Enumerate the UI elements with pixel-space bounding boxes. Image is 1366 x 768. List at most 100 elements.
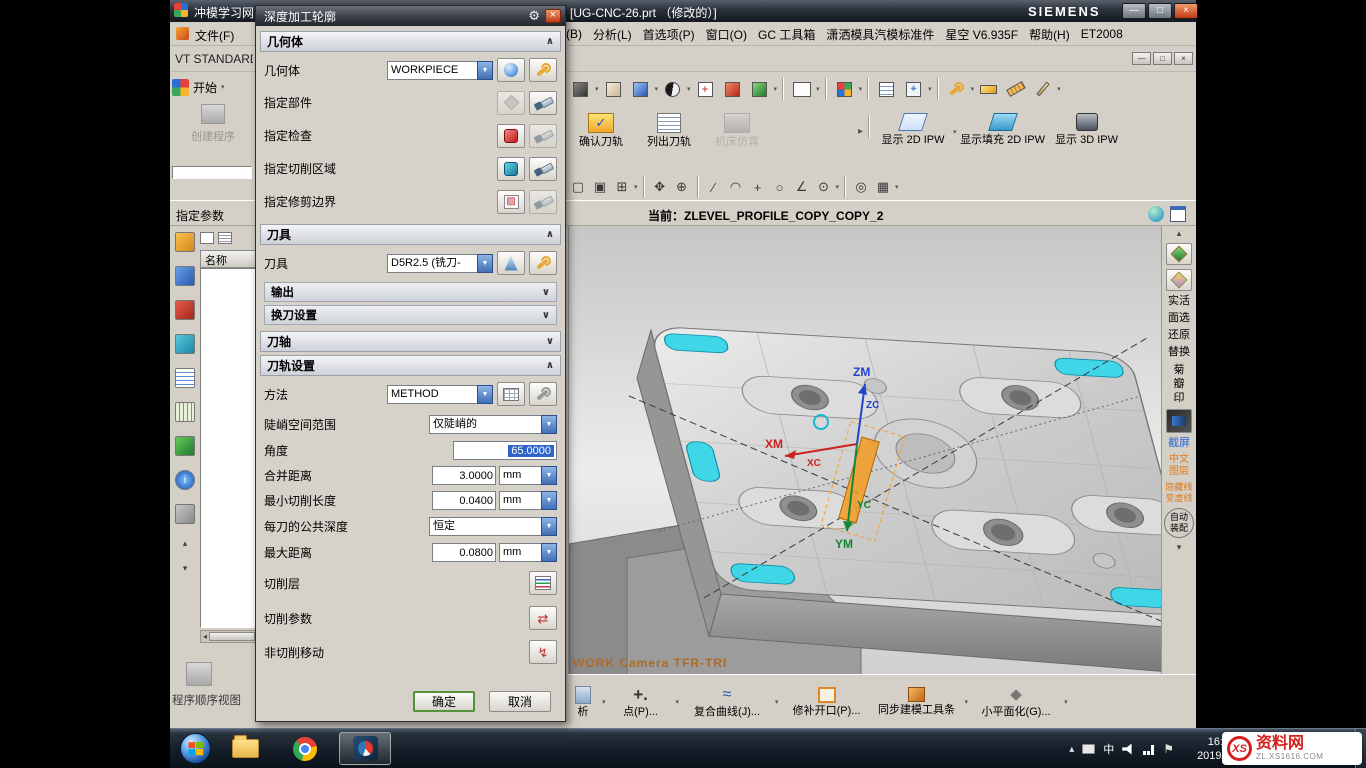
ime-indicator[interactable]: 中 [1103, 741, 1114, 757]
section-tool-axis[interactable]: 刀轴 ∨ [260, 331, 561, 352]
tray-expand-icon[interactable]: ▴ [1069, 744, 1074, 755]
max-distance-field[interactable]: 0.0800 [432, 543, 496, 562]
doc-restore-button[interactable]: □ [1153, 52, 1172, 65]
view-orient-icon[interactable] [568, 77, 593, 102]
scroll-up-icon[interactable]: ▴ [183, 538, 188, 549]
menu-et2008[interactable]: ET2008 [1081, 27, 1123, 41]
expand-icon[interactable]: ∨ [542, 310, 550, 321]
cancel-button[interactable]: 取消 [489, 691, 551, 712]
min-cut-length-field[interactable]: 0.0400 [432, 491, 496, 510]
edit-method-button[interactable] [529, 382, 557, 406]
face-rule-icon[interactable]: ▣ [590, 179, 610, 195]
table-icon[interactable]: ▦ [873, 179, 893, 195]
sheet-icon[interactable] [874, 77, 899, 102]
toolbar-preset-label[interactable]: VT STANDARD [175, 52, 253, 66]
section-path-settings[interactable]: 刀轨设置 ∧ [260, 355, 561, 376]
window-layout-icon[interactable] [1170, 206, 1186, 222]
solid-red-icon[interactable] [720, 77, 745, 102]
output-subsection[interactable]: 输出 ∨ [264, 282, 557, 302]
dropdown-icon[interactable]: ▾ [687, 85, 691, 93]
network-icon[interactable] [1143, 744, 1155, 755]
angle-field[interactable]: 65.0000 [453, 441, 557, 460]
point-button[interactable]: +. 点(P)... [612, 686, 670, 718]
dropdown-icon[interactable]: ▾ [953, 128, 957, 136]
chevron-down-icon[interactable]: ▼ [541, 466, 557, 485]
min-cut-length-unit[interactable]: mm▼ [499, 491, 557, 510]
chevron-down-icon[interactable]: ▼ [541, 543, 557, 562]
scroll-down-icon[interactable]: ▾ [183, 563, 188, 574]
select-cut-area-button[interactable] [497, 157, 525, 181]
new-geometry-button[interactable] [497, 58, 525, 82]
scroll-left-icon[interactable]: ◂ [201, 632, 209, 641]
nav-strip-icon-6[interactable] [175, 402, 195, 422]
sync-modeling-button[interactable]: 同步建模工具条 [875, 687, 959, 716]
dropdown-icon[interactable]: ▾ [595, 85, 599, 93]
action-center-flag-icon[interactable]: ⚑ [1163, 742, 1174, 756]
macro-restore-button[interactable]: 还原 [1163, 329, 1196, 342]
solid-cube-icon[interactable] [601, 77, 626, 102]
menu-analysis[interactable]: 分析(L) [593, 26, 632, 43]
nav-strip-icon-3[interactable] [175, 300, 195, 320]
nav-strip-icon-9[interactable] [175, 504, 195, 524]
dropdown-icon[interactable]: ▾ [1057, 85, 1061, 93]
macro-mianxuan-button[interactable]: 面选 [1163, 312, 1196, 325]
show-3d-ipw-button[interactable]: 显示 3D IPW [1049, 108, 1125, 146]
geometry-combo[interactable]: WORKPIECE▼ [387, 61, 493, 80]
macro-shihuo-button[interactable]: 实活 [1163, 295, 1196, 308]
doc-close-button[interactable]: × [1174, 52, 1193, 65]
info-icon[interactable]: i [175, 470, 195, 490]
section-tool[interactable]: 刀具 ∧ [260, 224, 561, 245]
macro-diamond-icon[interactable] [1166, 243, 1192, 265]
list-toolpath-button[interactable]: 列出刀轨 [636, 108, 702, 148]
dropdown-icon[interactable]: ▾ [655, 85, 659, 93]
expand-icon[interactable]: ∨ [546, 336, 554, 347]
start-button[interactable] [180, 733, 211, 764]
shaded-cube-icon[interactable] [628, 77, 653, 102]
edit-geometry-button[interactable] [529, 58, 557, 82]
macro-chinese-layers-button[interactable]: 中文图层 [1166, 454, 1193, 478]
tool-change-subsection[interactable]: 换刀设置 ∨ [264, 305, 557, 325]
dropdown-icon[interactable]: ▾ [895, 183, 899, 191]
composite-curve-button[interactable]: ≈ 复合曲线(J)... [685, 686, 769, 718]
dialog-close-button[interactable]: × [545, 9, 561, 23]
dropdown-icon[interactable]: ▾ [928, 85, 932, 93]
merge-distance-field[interactable]: 3.0000 [432, 466, 496, 485]
chevron-down-icon[interactable]: ▼ [541, 415, 557, 434]
nav-strip-icon-1[interactable] [175, 232, 195, 252]
collapse-icon[interactable]: ∧ [546, 360, 554, 371]
move-object-icon[interactable] [832, 77, 857, 102]
show-fill-2d-ipw-button[interactable]: 显示填充 2D IPW [959, 108, 1047, 146]
section-geometry[interactable]: 几何体 ∧ [260, 31, 561, 52]
dropdown-icon[interactable]: ▾ [836, 183, 840, 191]
wireframe-cube-icon[interactable]: ▢ [568, 179, 588, 195]
line-icon[interactable]: ∕ [704, 180, 724, 195]
taskbar-explorer-button[interactable] [219, 732, 271, 765]
merge-distance-unit[interactable]: mm▼ [499, 466, 557, 485]
key-icon[interactable] [976, 77, 1001, 102]
ok-button[interactable]: 确定 [413, 691, 475, 712]
show-2d-ipw-button[interactable]: 显示 2D IPW [875, 108, 951, 146]
menu-gc-toolbox[interactable]: GC 工具箱 [758, 26, 815, 43]
display-part-button[interactable] [529, 91, 557, 115]
facet-button[interactable]: ◆ 小平面化(G)... [974, 686, 1058, 718]
datum-csys-icon[interactable]: ⌖ [901, 77, 926, 102]
tray-keyboard-icon[interactable] [1082, 744, 1095, 754]
tool-combo[interactable]: D5R2.5 (铣刀-▼ [387, 254, 493, 273]
macro-jubanyin-button[interactable]: 菊瓣印 [1173, 363, 1186, 405]
chevron-down-icon[interactable]: ▼ [477, 254, 493, 273]
navigator-name-column[interactable]: 名称 [200, 250, 256, 268]
dialog-settings-gear-icon[interactable]: ⚙ [528, 8, 540, 24]
volume-icon[interactable] [1122, 744, 1135, 755]
select-check-button[interactable] [497, 124, 525, 148]
display-cut-area-button[interactable] [529, 157, 557, 181]
close-button[interactable]: × [1174, 3, 1198, 19]
cut-levels-button[interactable] [529, 571, 557, 595]
depth-per-cut-combo[interactable]: 恒定▼ [429, 517, 557, 536]
chevron-down-icon[interactable]: ▼ [477, 385, 493, 404]
dropdown-icon[interactable]: ▾ [774, 85, 778, 93]
macro-replace-button[interactable]: 替换 [1163, 346, 1196, 359]
shaded-sphere-icon[interactable] [660, 77, 685, 102]
wcs-icon[interactable]: + [693, 77, 718, 102]
dropdown-icon[interactable]: ▾ [775, 698, 779, 706]
menu-file[interactable]: 文件(F) [195, 27, 234, 44]
